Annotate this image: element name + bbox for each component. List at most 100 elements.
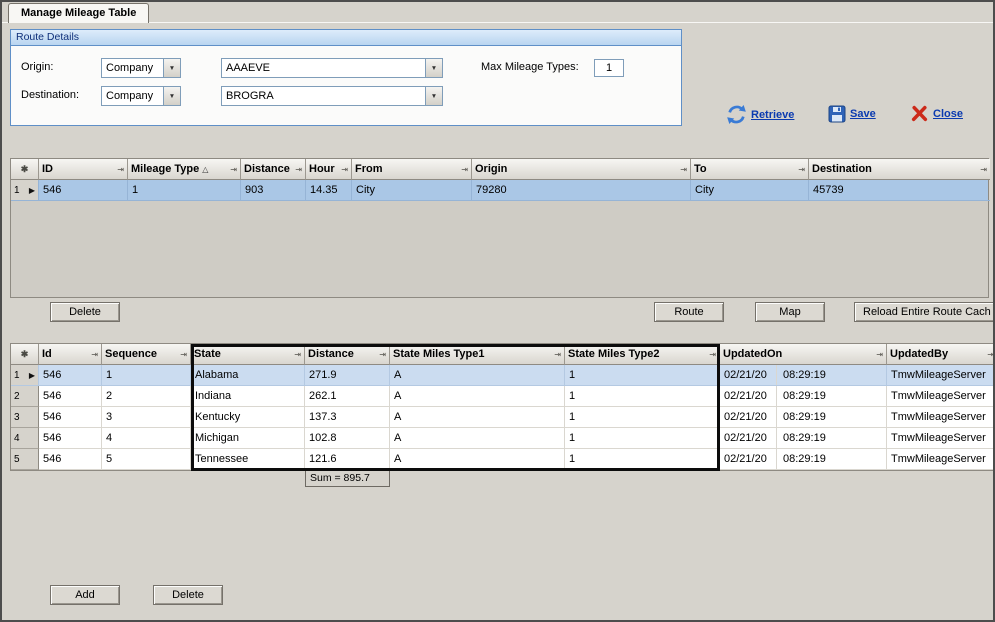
delete-route-button[interactable]: Delete xyxy=(50,302,120,322)
reload-route-cache-button[interactable]: Reload Entire Route Cach xyxy=(854,302,995,322)
cell-state[interactable]: Indiana xyxy=(191,386,305,407)
column-header-mileage-type[interactable]: Mileage Type △ ⇥ xyxy=(128,159,241,180)
cell-state-miles-type1[interactable]: A xyxy=(390,428,565,449)
column-header-to[interactable]: To ⇥ xyxy=(691,159,809,180)
cell-state-miles-type1[interactable]: A xyxy=(390,386,565,407)
cell-id[interactable]: 546 xyxy=(39,428,102,449)
row-header[interactable]: 4 xyxy=(11,428,39,449)
cell-sequence[interactable]: 1 xyxy=(102,365,191,386)
cell-hour[interactable]: 14.35 xyxy=(306,180,352,201)
cell-to[interactable]: City xyxy=(691,180,809,201)
cell-distance[interactable]: 903 xyxy=(241,180,306,201)
chevron-down-icon[interactable]: ▼ xyxy=(163,87,180,105)
cell-updated-on[interactable]: 02/21/20 08:29:19 xyxy=(720,386,887,407)
max-mileage-input[interactable] xyxy=(594,59,624,77)
tab-manage-mileage-table[interactable]: Manage Mileage Table xyxy=(8,3,149,23)
cell-origin[interactable]: 79280 xyxy=(472,180,691,201)
cell-sequence[interactable]: 5 xyxy=(102,449,191,470)
chevron-down-icon[interactable]: ▼ xyxy=(425,59,442,77)
cell-updated-by[interactable]: TmwMileageServer xyxy=(887,407,995,428)
column-header-updated-by[interactable]: UpdatedBy ⇥ xyxy=(887,344,995,365)
column-header-id[interactable]: Id ⇥ xyxy=(39,344,102,365)
column-header-state[interactable]: State ⇥ xyxy=(191,344,305,365)
column-filter-icon: ⇥ xyxy=(377,350,386,359)
state-grid-row[interactable]: 2 546 2 Indiana 262.1 A 1 02/21/20 08:29… xyxy=(11,386,995,407)
column-header-destination[interactable]: Destination ⇥ xyxy=(809,159,990,180)
cell-state-miles-type2[interactable]: 1 xyxy=(565,449,720,470)
state-grid-row[interactable]: 4 546 4 Michigan 102.8 A 1 02/21/20 08:2… xyxy=(11,428,995,449)
row-header[interactable]: 5 xyxy=(11,449,39,470)
close-button[interactable]: Close xyxy=(910,104,963,123)
row-header[interactable]: 1 ▶ xyxy=(11,365,39,386)
state-grid-row[interactable]: 1 ▶ 546 1 Alabama 271.9 A 1 02/21/20 08:… xyxy=(11,365,995,386)
route-button[interactable]: Route xyxy=(654,302,724,322)
cell-updated-by[interactable]: TmwMileageServer xyxy=(887,365,995,386)
origin-value-dropdown[interactable]: AAAEVE ▼ xyxy=(221,58,443,78)
cell-distance[interactable]: 102.8 xyxy=(305,428,390,449)
cell-state[interactable]: Tennessee xyxy=(191,449,305,470)
column-header-distance[interactable]: Distance ⇥ xyxy=(305,344,390,365)
cell-updated-on[interactable]: 02/21/20 08:29:19 xyxy=(720,407,887,428)
cell-state[interactable]: Michigan xyxy=(191,428,305,449)
cell-id[interactable]: 546 xyxy=(39,386,102,407)
cell-mileage-type[interactable]: 1 xyxy=(128,180,241,201)
column-header-state-miles-type1[interactable]: State Miles Type1 ⇥ xyxy=(390,344,565,365)
column-header-sequence[interactable]: Sequence ⇥ xyxy=(102,344,191,365)
cell-id[interactable]: 546 xyxy=(39,407,102,428)
cell-state-miles-type2[interactable]: 1 xyxy=(565,365,720,386)
column-header-state-miles-type2[interactable]: State Miles Type2 ⇥ xyxy=(565,344,720,365)
column-filter-icon: ⇥ xyxy=(339,165,348,174)
chevron-down-icon[interactable]: ▼ xyxy=(425,87,442,105)
cell-state-miles-type2[interactable]: 1 xyxy=(565,386,720,407)
column-header-hour[interactable]: Hour ⇥ xyxy=(306,159,352,180)
cell-sequence[interactable]: 3 xyxy=(102,407,191,428)
row-header[interactable]: 1 ▶ xyxy=(11,180,39,201)
cell-updated-by[interactable]: TmwMileageServer xyxy=(887,449,995,470)
route-details-panel: Route Details Origin: Company ▼ AAAEVE ▼… xyxy=(10,29,682,126)
cell-state-miles-type2[interactable]: 1 xyxy=(565,428,720,449)
cell-distance[interactable]: 121.6 xyxy=(305,449,390,470)
row-header[interactable]: 2 xyxy=(11,386,39,407)
destination-value-dropdown[interactable]: BROGRA ▼ xyxy=(221,86,443,106)
column-header-id[interactable]: ID ⇥ xyxy=(39,159,128,180)
cell-state[interactable]: Kentucky xyxy=(191,407,305,428)
cell-state-miles-type1[interactable]: A xyxy=(390,365,565,386)
state-grid-row[interactable]: 3 546 3 Kentucky 137.3 A 1 02/21/20 08:2… xyxy=(11,407,995,428)
column-header-from[interactable]: From ⇥ xyxy=(352,159,472,180)
cell-id[interactable]: 546 xyxy=(39,180,128,201)
cell-distance[interactable]: 271.9 xyxy=(305,365,390,386)
delete-state-button[interactable]: Delete xyxy=(153,585,223,605)
cell-state[interactable]: Alabama xyxy=(191,365,305,386)
destination-type-dropdown[interactable]: Company ▼ xyxy=(101,86,181,106)
map-button[interactable]: Map xyxy=(755,302,825,322)
cell-id[interactable]: 546 xyxy=(39,449,102,470)
column-header-updated-on[interactable]: UpdatedOn ⇥ xyxy=(720,344,887,365)
cell-distance[interactable]: 262.1 xyxy=(305,386,390,407)
cell-updated-on[interactable]: 02/21/20 08:29:19 xyxy=(720,365,887,386)
cell-state-miles-type1[interactable]: A xyxy=(390,407,565,428)
cell-sequence[interactable]: 2 xyxy=(102,386,191,407)
grid-options-button[interactable]: ✱ xyxy=(11,344,39,365)
column-header-origin[interactable]: Origin ⇥ xyxy=(472,159,691,180)
column-header-distance[interactable]: Distance ⇥ xyxy=(241,159,306,180)
route-grid-row[interactable]: 1 ▶ 546 1 903 14.35 City 79280 City 4573… xyxy=(11,180,988,201)
grid-options-button[interactable]: ✱ xyxy=(11,159,39,180)
cell-state-miles-type1[interactable]: A xyxy=(390,449,565,470)
cell-from[interactable]: City xyxy=(352,180,472,201)
cell-updated-on[interactable]: 02/21/20 08:29:19 xyxy=(720,449,887,470)
cell-id[interactable]: 546 xyxy=(39,365,102,386)
add-button[interactable]: Add xyxy=(50,585,120,605)
chevron-down-icon[interactable]: ▼ xyxy=(163,59,180,77)
cell-destination[interactable]: 45739 xyxy=(809,180,990,201)
cell-distance[interactable]: 137.3 xyxy=(305,407,390,428)
state-grid-row[interactable]: 5 546 5 Tennessee 121.6 A 1 02/21/20 08:… xyxy=(11,449,995,470)
origin-type-dropdown[interactable]: Company ▼ xyxy=(101,58,181,78)
cell-state-miles-type2[interactable]: 1 xyxy=(565,407,720,428)
cell-updated-by[interactable]: TmwMileageServer xyxy=(887,428,995,449)
save-button[interactable]: Save xyxy=(828,105,876,123)
cell-updated-on[interactable]: 02/21/20 08:29:19 xyxy=(720,428,887,449)
row-header[interactable]: 3 xyxy=(11,407,39,428)
cell-updated-by[interactable]: TmwMileageServer xyxy=(887,386,995,407)
retrieve-button[interactable]: Retrieve xyxy=(726,104,794,125)
cell-sequence[interactable]: 4 xyxy=(102,428,191,449)
